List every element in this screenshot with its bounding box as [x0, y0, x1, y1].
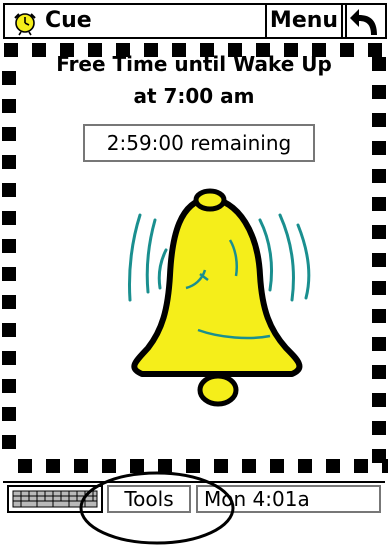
frame-square	[2, 239, 16, 253]
app-title: Cue	[45, 8, 92, 33]
frame-square	[2, 379, 16, 393]
remaining-time-box: 2:59:00 remaining	[83, 124, 315, 162]
frame-square	[372, 113, 386, 127]
ringing-bell-icon	[128, 188, 311, 407]
frame-square	[2, 295, 16, 309]
frame-square	[2, 323, 16, 337]
reminder-time: at 7:00 am	[133, 84, 255, 108]
menu-button[interactable]: Menu	[265, 3, 343, 39]
frame-square	[2, 155, 16, 169]
frame-square	[354, 459, 368, 473]
frame-square	[372, 281, 386, 295]
frame-square	[2, 435, 16, 449]
frame-square	[372, 253, 386, 267]
frame-square	[2, 127, 16, 141]
frame-square	[242, 459, 256, 473]
frame-square	[2, 183, 16, 197]
alarm-clock-icon	[11, 8, 39, 36]
frame-square	[372, 141, 386, 155]
back-arrow-icon	[350, 9, 377, 35]
reminder-heading: Free Time until Wake Up at 7:00 am	[0, 48, 388, 112]
frame-square	[2, 211, 16, 225]
frame-square	[270, 459, 284, 473]
frame-square	[372, 365, 386, 379]
back-button[interactable]	[345, 3, 387, 39]
frame-square	[372, 169, 386, 183]
frame-square	[298, 459, 312, 473]
frame-square	[372, 309, 386, 323]
reminder-title: Free Time until Wake Up	[56, 52, 332, 76]
title-bar: Cue Menu	[3, 3, 387, 39]
frame-square	[326, 459, 340, 473]
frame-square	[372, 421, 386, 435]
frame-square	[372, 197, 386, 211]
frame-square	[372, 449, 386, 463]
highlight-circle	[79, 471, 235, 545]
frame-square	[372, 393, 386, 407]
frame-square	[2, 351, 16, 365]
frame-square	[372, 337, 386, 351]
frame-square	[2, 267, 16, 281]
frame-square	[372, 225, 386, 239]
frame-square	[2, 407, 16, 421]
frame-square	[18, 459, 32, 473]
frame-square	[46, 459, 60, 473]
